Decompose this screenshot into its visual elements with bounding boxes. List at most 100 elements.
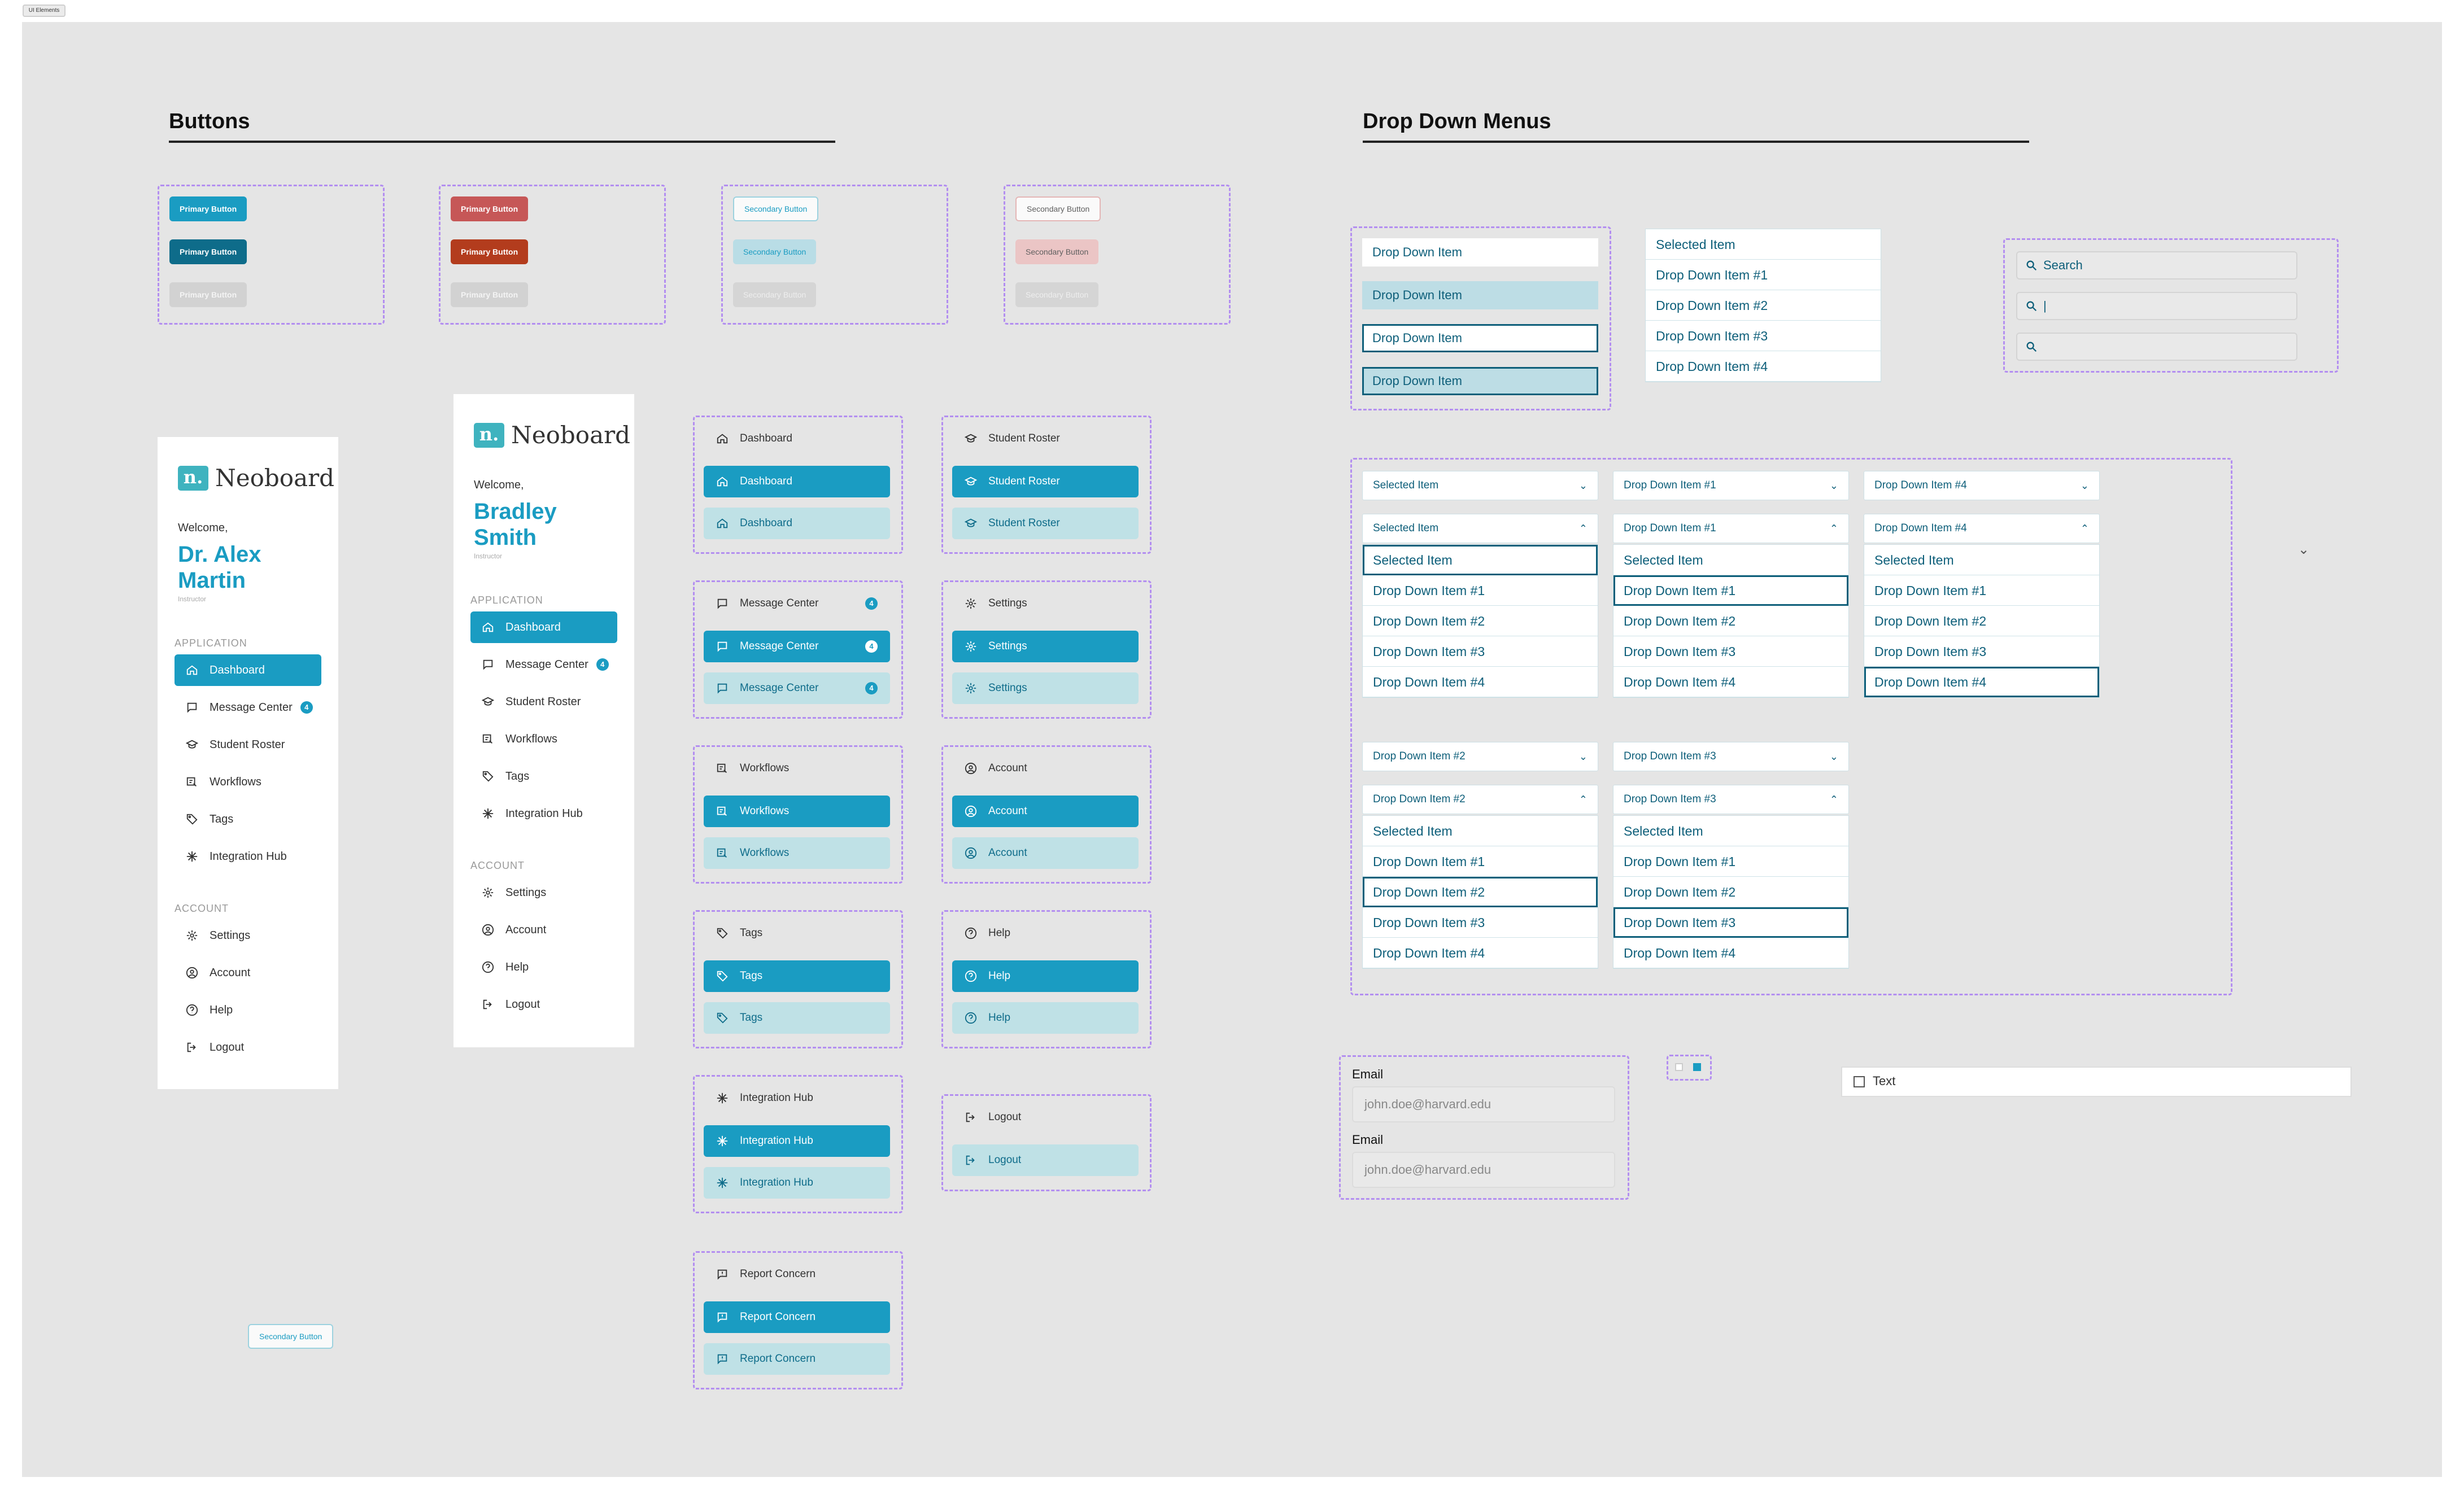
nav-settings-hover[interactable]: Settings [952,672,1139,704]
sidebar-item-tags[interactable]: Tags [175,803,321,835]
sidebar-item-tags[interactable]: Tags [470,761,617,792]
select-open[interactable]: Selected Item ⌃ [1362,514,1598,543]
secondary-button-hover[interactable]: Secondary Button [733,239,817,264]
brand-logo[interactable]: n. Neoboard [474,421,630,449]
dropdown-item-focused[interactable]: Drop Down Item [1362,324,1598,352]
secondary-button[interactable]: Secondary Button [733,196,819,221]
nav-help-active[interactable]: Help [952,960,1139,992]
dropdown-item-focused-hover[interactable]: Drop Down Item [1362,367,1598,395]
sidebar-item-student-roster[interactable]: Student Roster [470,686,617,718]
dropdown-option-1[interactable]: Drop Down Item #1 [1646,260,1881,290]
sidebar-item-settings[interactable]: Settings [470,877,617,908]
select-option-2[interactable]: Drop Down Item #2 [1363,606,1598,636]
nav-help-hover[interactable]: Help [952,1002,1139,1034]
dropdown-option-3[interactable]: Drop Down Item #3 [1646,321,1881,351]
sidebar-item-message-center[interactable]: Message Center 4 [175,692,333,723]
select-option-1[interactable]: Drop Down Item #1 [1864,575,2099,606]
select-option-selected[interactable]: Selected Item [1864,545,2099,575]
select-option-1[interactable]: Drop Down Item #1 [1363,846,1598,877]
select-option-4[interactable]: Drop Down Item #4 [1864,667,2099,697]
sidebar-item-message-center[interactable]: Message Center 4 [470,649,629,680]
checkbox-icon[interactable] [1854,1076,1865,1087]
nav-workflows-default[interactable]: Workflows [704,753,890,784]
select-option-selected[interactable]: Selected Item [1363,816,1598,846]
email-field[interactable]: john.doe@harvard.edu [1352,1086,1615,1122]
nav-settings-active[interactable]: Settings [952,631,1139,662]
select-option-2[interactable]: Drop Down Item #2 [1864,606,2099,636]
select-option-3[interactable]: Drop Down Item #3 [1613,636,1848,667]
nav-integration-hub-default[interactable]: Integration Hub [704,1082,890,1114]
select-open[interactable]: Drop Down Item #3 ⌃ [1613,785,1849,814]
nav-dashboard-hover[interactable]: Dashboard [704,508,890,539]
select-option-3[interactable]: Drop Down Item #3 [1363,636,1598,667]
select-option-3[interactable]: Drop Down Item #3 [1363,907,1598,938]
nav-report-concern-active[interactable]: Report Concern [704,1301,890,1333]
secondary-button-sample[interactable]: Secondary Button [248,1324,334,1349]
select-option-4[interactable]: Drop Down Item #4 [1613,667,1848,697]
chevron-down-icon[interactable]: ⌄ [2298,541,2309,558]
search-input-typing[interactable]: | [2016,292,2297,320]
sidebar-item-logout[interactable]: Logout [175,1032,321,1063]
search-input-placeholder[interactable]: Search [2016,251,2297,279]
select-open[interactable]: Drop Down Item #2 ⌃ [1362,785,1598,814]
select-option-3[interactable]: Drop Down Item #3 [1864,636,2099,667]
dropdown-item-hover[interactable]: Drop Down Item [1362,281,1598,309]
sidebar-item-workflows[interactable]: Workflows [175,766,321,798]
primary-button[interactable]: Primary Button [169,196,247,221]
secondary-button-disabled[interactable]: Secondary Button [733,282,817,307]
email-field[interactable]: john.doe@harvard.edu [1352,1152,1615,1188]
sidebar-item-integration-hub[interactable]: Integration Hub [175,841,321,872]
dropdown-option-2[interactable]: Drop Down Item #2 [1646,290,1881,321]
select-open[interactable]: Drop Down Item #4 ⌃ [1864,514,2100,543]
nav-tags-hover[interactable]: Tags [704,1002,890,1034]
primary-danger-button[interactable]: Primary Button [451,196,529,221]
select-option-4[interactable]: Drop Down Item #4 [1363,938,1598,968]
select-option-4[interactable]: Drop Down Item #4 [1363,667,1598,697]
sidebar-item-logout[interactable]: Logout [470,989,617,1020]
dropdown-option-selected[interactable]: Selected Item [1646,229,1881,260]
nav-integration-hub-hover[interactable]: Integration Hub [704,1167,890,1199]
nav-student-roster-hover[interactable]: Student Roster [952,508,1139,539]
nav-help-default[interactable]: Help [952,917,1139,949]
primary-danger-button-disabled[interactable]: Primary Button [451,282,529,307]
nav-dashboard-default[interactable]: Dashboard [704,423,890,454]
select-option-1[interactable]: Drop Down Item #1 [1613,846,1848,877]
select-closed[interactable]: Drop Down Item #1 ⌄ [1613,471,1849,500]
dropdown-item-default[interactable]: Drop Down Item [1362,238,1598,266]
checkbox-text-field[interactable]: Text [1841,1067,2352,1097]
primary-button-disabled[interactable]: Primary Button [169,282,247,307]
select-closed[interactable]: Drop Down Item #4 ⌄ [1864,471,2100,500]
nav-settings-default[interactable]: Settings [952,588,1139,619]
sidebar-item-dashboard[interactable]: Dashboard [470,611,617,643]
select-option-1[interactable]: Drop Down Item #1 [1613,575,1848,606]
nav-report-concern-default[interactable]: Report Concern [704,1258,890,1290]
brand-logo[interactable]: n. Neoboard [178,464,334,492]
sidebar-item-dashboard[interactable]: Dashboard [175,654,321,686]
sidebar-item-account[interactable]: Account [175,957,321,989]
nav-report-concern-hover[interactable]: Report Concern [704,1343,890,1375]
sidebar-item-settings[interactable]: Settings [175,920,321,951]
select-closed[interactable]: Drop Down Item #3 ⌄ [1613,742,1849,771]
checkbox-checked[interactable] [1693,1063,1701,1071]
sidebar-item-workflows[interactable]: Workflows [470,723,617,755]
select-option-2[interactable]: Drop Down Item #2 [1363,877,1598,907]
select-option-3[interactable]: Drop Down Item #3 [1613,907,1848,938]
select-option-selected[interactable]: Selected Item [1613,816,1848,846]
secondary-danger-button-hover[interactable]: Secondary Button [1015,239,1099,264]
nav-message-center-active[interactable]: Message Center 4 [704,631,890,662]
dropdown-option-4[interactable]: Drop Down Item #4 [1646,351,1881,382]
select-closed[interactable]: Drop Down Item #2 ⌄ [1362,742,1598,771]
nav-message-center-default[interactable]: Message Center 4 [704,588,890,619]
sidebar-item-help[interactable]: Help [470,951,617,983]
primary-button-hover[interactable]: Primary Button [169,239,247,264]
secondary-danger-button[interactable]: Secondary Button [1015,196,1101,221]
nav-message-center-hover[interactable]: Message Center 4 [704,672,890,704]
nav-logout-hover[interactable]: Logout [952,1144,1139,1176]
nav-account-hover[interactable]: Account [952,837,1139,869]
nav-account-active[interactable]: Account [952,796,1139,827]
checkbox-unchecked[interactable] [1675,1063,1683,1071]
primary-danger-button-hover[interactable]: Primary Button [451,239,529,264]
sidebar-item-integration-hub[interactable]: Integration Hub [470,798,617,829]
sidebar-item-help[interactable]: Help [175,994,321,1026]
nav-dashboard-active[interactable]: Dashboard [704,466,890,497]
